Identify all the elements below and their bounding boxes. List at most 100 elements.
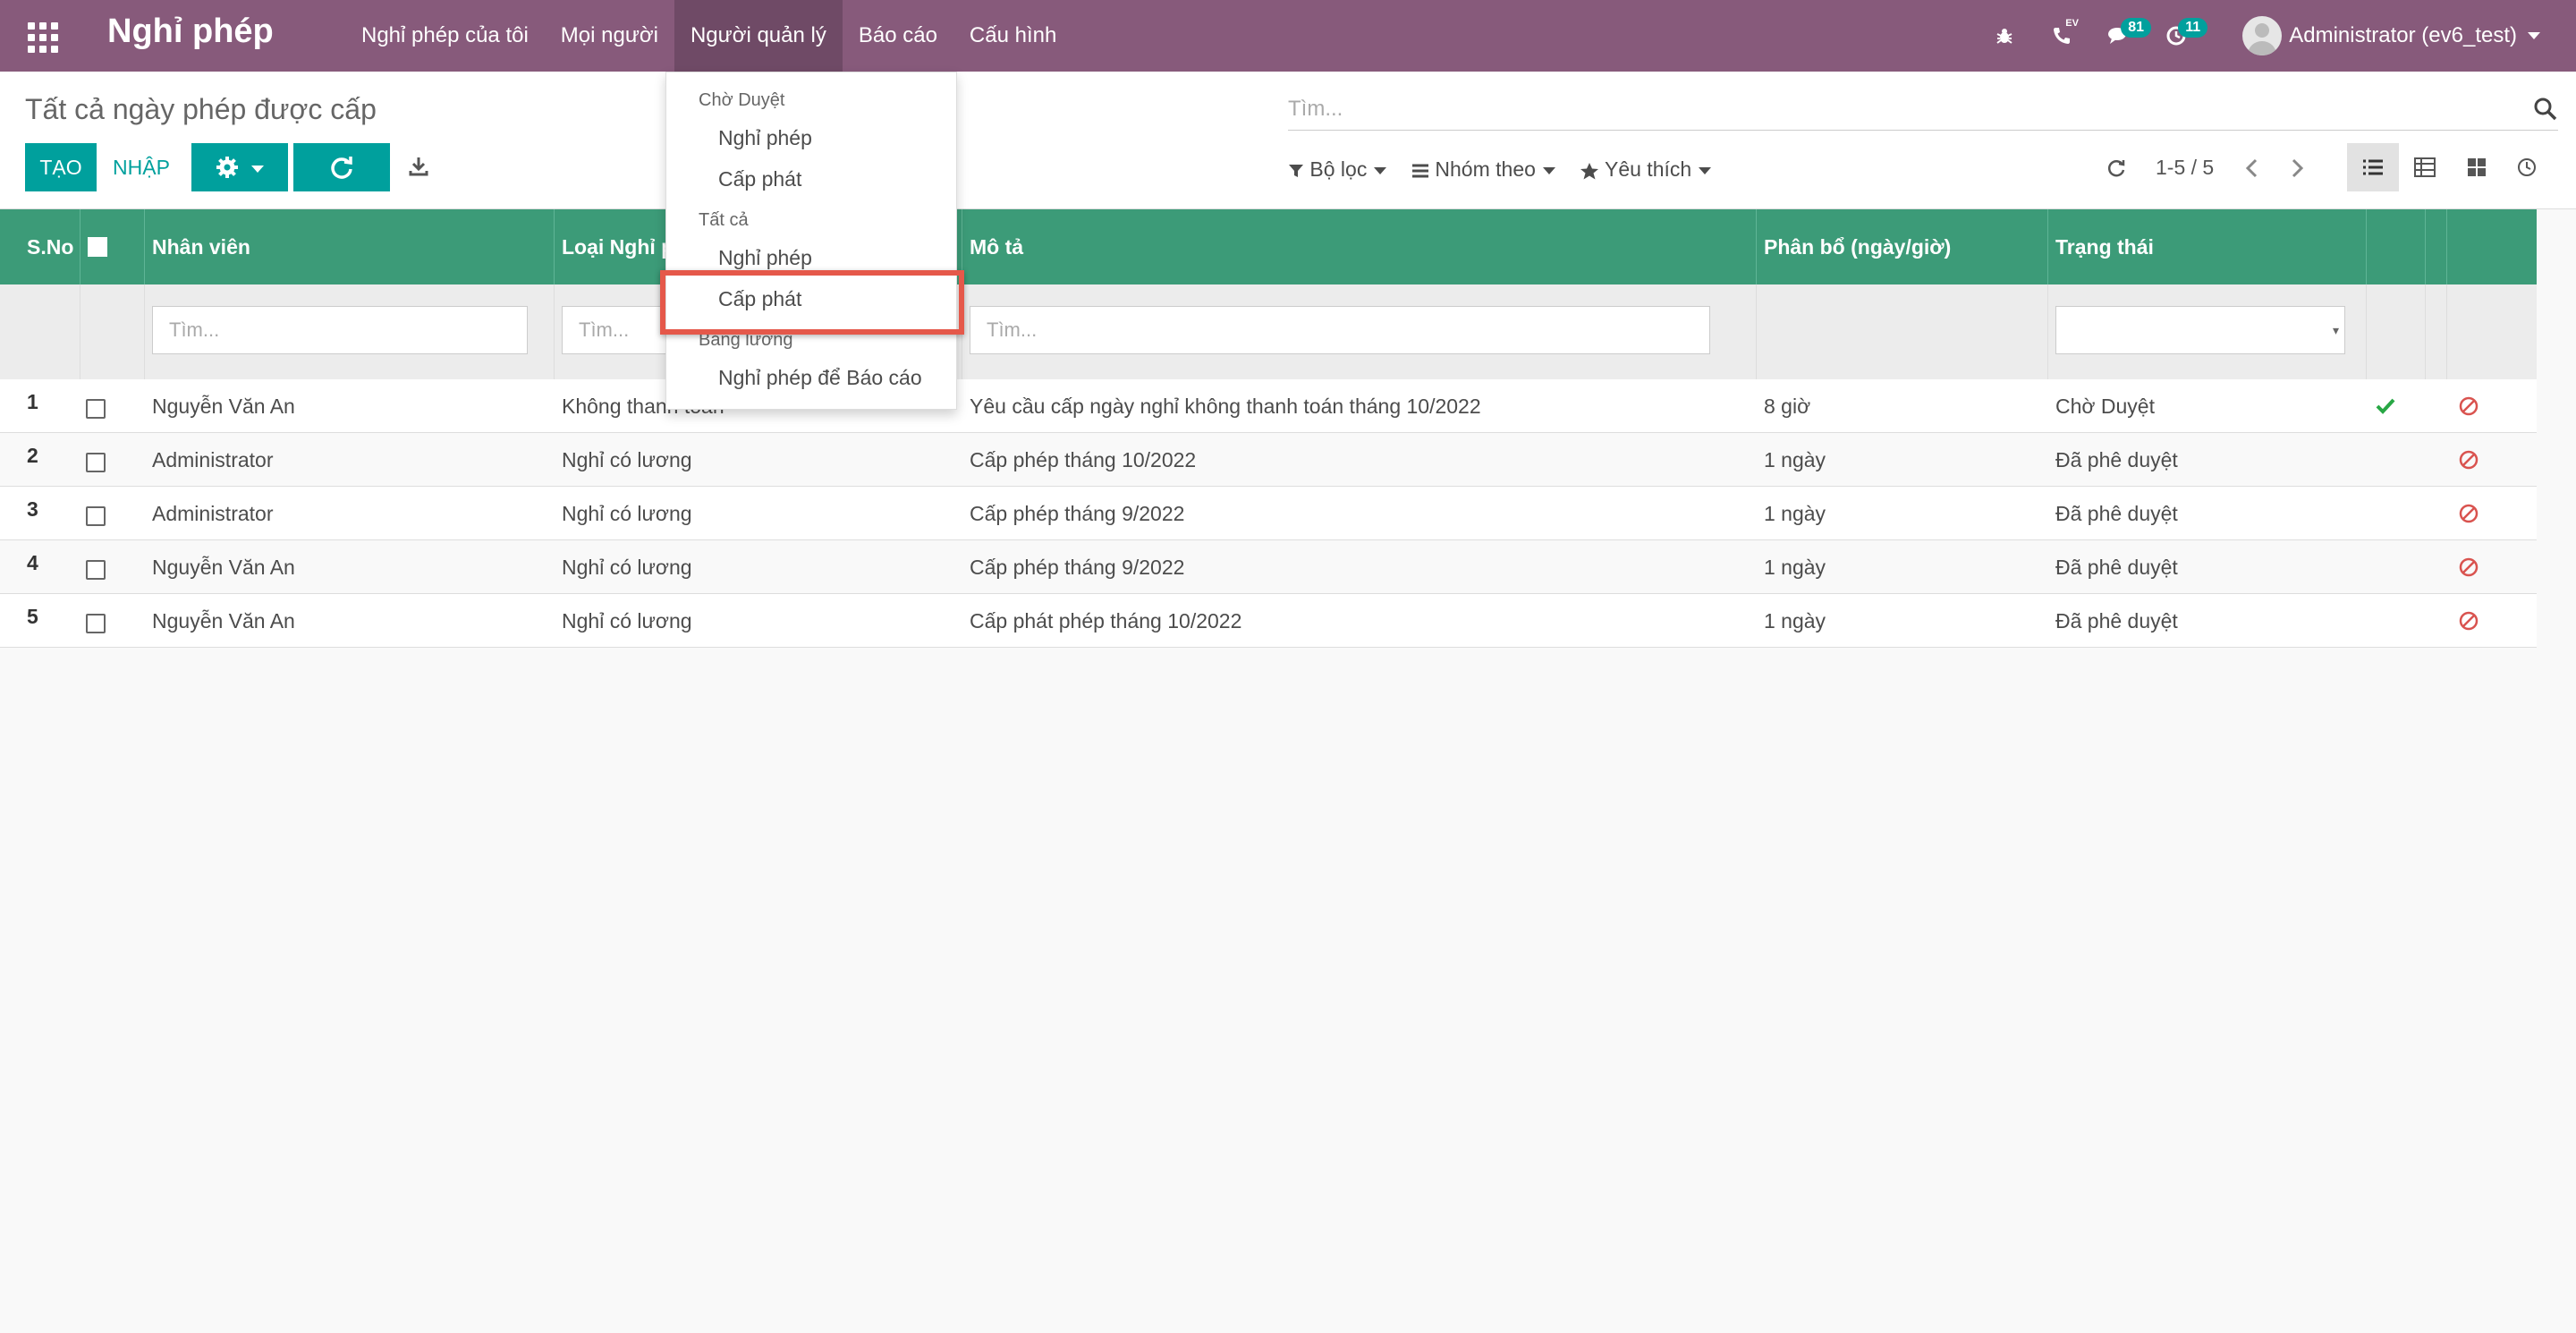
phone-icon[interactable]: EV bbox=[2044, 18, 2080, 54]
menu-my-leaves[interactable]: Nghỉ phép của tôi bbox=[345, 0, 545, 72]
systray: EV 81 11 Administrator (ev6_test) bbox=[1987, 0, 2576, 72]
filter-icon bbox=[1289, 164, 1303, 177]
clock-icon bbox=[2518, 158, 2536, 176]
row-checkbox[interactable] bbox=[86, 506, 106, 526]
user-menu[interactable]: Administrator (ev6_test) bbox=[2242, 16, 2540, 55]
select-all-checkbox[interactable] bbox=[88, 237, 107, 257]
filter-cell-spacer bbox=[2426, 284, 2447, 379]
favorites-label: Yêu thích bbox=[1604, 157, 1692, 181]
top-navbar: Nghỉ phép Nghỉ phép của tôi Mọi người Ng… bbox=[0, 0, 2576, 72]
pending-allocation-item[interactable]: Cấp phát bbox=[718, 167, 801, 191]
row-checkbox[interactable] bbox=[86, 453, 106, 472]
search-icon[interactable] bbox=[2533, 97, 2558, 122]
filter-cell-sno bbox=[0, 284, 80, 379]
menu-everyone[interactable]: Mọi người bbox=[545, 0, 674, 72]
messages-icon[interactable]: 81 bbox=[2101, 18, 2152, 54]
row-allocation: 1 ngày bbox=[1764, 448, 1826, 471]
pager-refresh-icon[interactable] bbox=[2106, 157, 2129, 181]
group-by-label: Nhóm theo bbox=[1435, 157, 1536, 181]
list-view-icon bbox=[2363, 159, 2383, 175]
actions-gear-button[interactable] bbox=[191, 143, 288, 191]
chevron-right-icon[interactable] bbox=[2288, 157, 2309, 181]
control-panel: Tất cả ngày phép được cấp TẠO NHẬP Bộ lọ… bbox=[0, 72, 2576, 209]
approve-check-icon[interactable] bbox=[2374, 395, 2397, 418]
column-employee[interactable]: Nhân viên bbox=[145, 209, 555, 284]
favorites-dropdown[interactable]: Yêu thích bbox=[1580, 157, 1712, 182]
menu-reporting[interactable]: Báo cáo bbox=[843, 0, 953, 72]
kanban-view-icon bbox=[2468, 158, 2486, 176]
row-description: Cấp phép tháng 9/2022 bbox=[970, 502, 1185, 525]
row-state: Đã phê duyệt bbox=[2055, 448, 2178, 471]
filter-cell-state: ▾ bbox=[2048, 284, 2367, 379]
state-filter-select[interactable]: ▾ bbox=[2055, 306, 2345, 354]
row-description: Cấp phát phép tháng 10/2022 bbox=[970, 609, 1242, 633]
row-checkbox[interactable] bbox=[86, 399, 106, 419]
row-employee: Administrator bbox=[152, 502, 274, 525]
refuse-ban-icon[interactable] bbox=[2458, 503, 2479, 524]
row-checkbox[interactable] bbox=[86, 614, 106, 633]
table-header: S.No Nhân viên Loại Nghỉ p Mô tả Phân bổ… bbox=[0, 209, 2537, 284]
pivot-view-button[interactable] bbox=[2399, 143, 2451, 191]
refuse-ban-icon[interactable] bbox=[2458, 395, 2479, 417]
activities-clock-icon[interactable]: 11 bbox=[2158, 18, 2208, 54]
table-row[interactable]: 5 Nguyễn Văn An Nghỉ có lương Cấp phát p… bbox=[0, 594, 2537, 648]
user-name: Administrator (ev6_test) bbox=[2289, 23, 2517, 47]
row-sno: 1 bbox=[27, 390, 38, 413]
search-input[interactable] bbox=[1288, 91, 2504, 127]
row-leave-type: Nghỉ có lương bbox=[562, 609, 692, 633]
row-leave-type: Nghỉ có lương bbox=[562, 448, 692, 471]
refresh-button[interactable] bbox=[293, 143, 390, 191]
payroll-report-item[interactable]: Nghỉ phép để Báo cáo bbox=[718, 366, 922, 390]
menu-manager[interactable]: Người quản lý bbox=[674, 0, 843, 72]
download-icon[interactable] bbox=[408, 156, 433, 181]
group-by-dropdown[interactable]: Nhóm theo bbox=[1411, 157, 1555, 182]
employee-filter-input[interactable]: Tìm... bbox=[152, 306, 528, 354]
gear-icon bbox=[216, 156, 238, 178]
row-state: Chờ Duyệt bbox=[2055, 395, 2155, 418]
refuse-ban-icon[interactable] bbox=[2458, 610, 2479, 632]
table-row[interactable]: 4 Nguyễn Văn An Nghỉ có lương Cấp phép t… bbox=[0, 540, 2537, 594]
row-sno: 2 bbox=[27, 444, 38, 467]
page-title: Tất cả ngày phép được cấp bbox=[25, 93, 377, 125]
chevron-down-icon bbox=[1699, 166, 1712, 174]
manager-dropdown-menu: Chờ Duyệt Nghỉ phép Cấp phát Tất cả Nghỉ… bbox=[665, 72, 957, 410]
pager-value[interactable]: 1-5 / 5 bbox=[2156, 156, 2214, 180]
filter-cell-approve bbox=[2367, 284, 2426, 379]
row-checkbox[interactable] bbox=[86, 560, 106, 580]
column-sno[interactable]: S.No bbox=[0, 209, 80, 284]
chevron-left-icon[interactable] bbox=[2243, 157, 2265, 181]
table-row[interactable]: 1 Nguyễn Văn An Không thanh toán Yêu cầu… bbox=[0, 379, 2537, 433]
column-filter-row: Tìm... Tìm... Tìm... ▾ bbox=[0, 284, 2537, 379]
messages-badge: 81 bbox=[2121, 18, 2152, 38]
menu-configuration[interactable]: Cấu hình bbox=[953, 0, 1072, 72]
row-description: Yêu cầu cấp ngày nghỉ không thanh toán t… bbox=[970, 395, 1481, 418]
column-select-all bbox=[80, 209, 145, 284]
activities-badge: 11 bbox=[2178, 18, 2208, 38]
row-allocation: 1 ngày bbox=[1764, 502, 1826, 525]
kanban-view-button[interactable] bbox=[2451, 143, 2503, 191]
table-row[interactable]: 3 Administrator Nghỉ có lương Cấp phép t… bbox=[0, 487, 2537, 540]
filters-dropdown[interactable]: Bộ lọc bbox=[1288, 157, 1387, 182]
column-state[interactable]: Trạng thái bbox=[2048, 209, 2367, 284]
import-button[interactable]: NHẬP bbox=[106, 143, 177, 191]
activity-view-button[interactable] bbox=[2501, 143, 2553, 191]
row-leave-type: Nghỉ có lương bbox=[562, 502, 692, 525]
description-filter-input[interactable]: Tìm... bbox=[970, 306, 1710, 354]
refuse-ban-icon[interactable] bbox=[2458, 449, 2479, 471]
table-row[interactable]: 2 Administrator Nghỉ có lương Cấp phép t… bbox=[0, 433, 2537, 487]
apps-menu-icon[interactable] bbox=[25, 20, 58, 53]
bug-icon[interactable] bbox=[1987, 18, 2022, 54]
filter-cell-employee: Tìm... bbox=[145, 284, 555, 379]
all-leave-item[interactable]: Nghỉ phép bbox=[718, 246, 812, 270]
section-pending: Chờ Duyệt bbox=[699, 90, 785, 110]
column-allocation[interactable]: Phân bổ (ngày/giờ) bbox=[1757, 209, 2048, 284]
chevron-down-icon bbox=[1374, 166, 1387, 174]
ev-label: EV bbox=[2065, 18, 2079, 29]
column-description[interactable]: Mô tả bbox=[962, 209, 1757, 284]
search-bar bbox=[1288, 91, 2558, 131]
refuse-ban-icon[interactable] bbox=[2458, 556, 2479, 578]
pending-leave-item[interactable]: Nghỉ phép bbox=[718, 126, 812, 150]
list-view-button[interactable] bbox=[2347, 143, 2399, 191]
highlight-annotation bbox=[660, 270, 964, 335]
create-button[interactable]: TẠO bbox=[25, 143, 97, 191]
